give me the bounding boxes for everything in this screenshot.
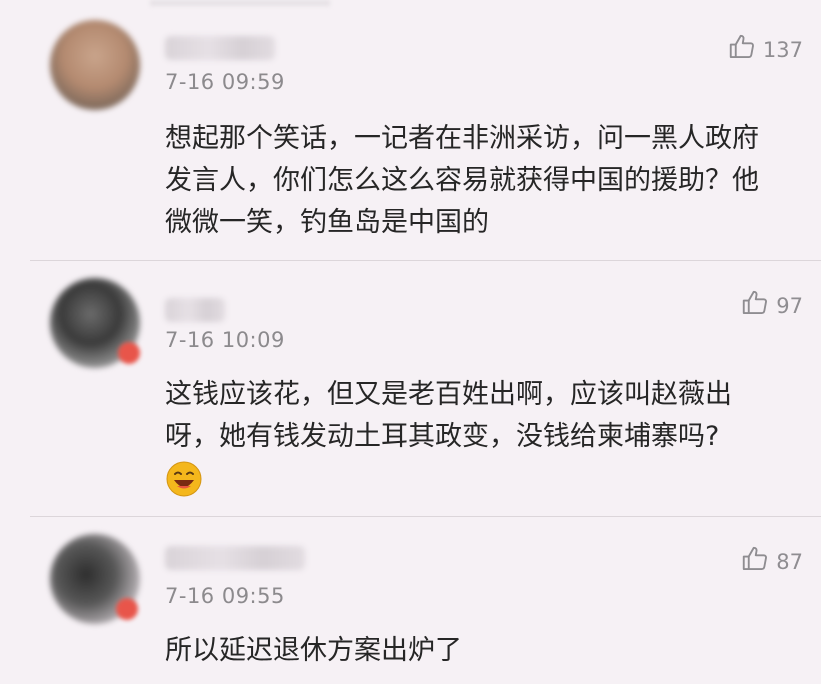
divider	[30, 260, 821, 261]
like-button[interactable]: 97	[740, 288, 803, 323]
verified-badge	[118, 342, 140, 364]
like-count: 97	[776, 293, 803, 318]
thumbs-up-icon	[740, 544, 770, 579]
username-blurred[interactable]	[165, 546, 305, 570]
like-count: 87	[776, 549, 803, 574]
like-button[interactable]: 137	[727, 32, 803, 67]
comment-text-line: 微微一笑，钓鱼岛是中国的	[165, 207, 489, 238]
comment-item: 7-16 09:59 137 想起那个笑话，一记者在非洲采访，问一黑人政府 发言…	[0, 0, 821, 260]
laughing-emoji	[166, 461, 202, 497]
verified-badge	[116, 598, 138, 620]
username-blurred[interactable]	[165, 36, 275, 60]
comment-text-line: 这钱应该花，但又是老百姓出啊，应该叫赵薇出	[165, 379, 732, 410]
comment-text-line: 想起那个笑话，一记者在非洲采访，问一黑人政府	[165, 123, 759, 154]
avatar[interactable]	[50, 20, 140, 110]
comment-timestamp: 7-16 09:55	[165, 584, 285, 608]
comment-item: 7-16 09:55 87 所以延迟退休方案出炉了	[0, 518, 821, 684]
comment-text-line: 呀，她有钱发动土耳其政变，没钱给柬埔寨吗?	[165, 421, 720, 452]
comment-text: 所以延迟退休方案出炉了	[165, 630, 805, 672]
thumbs-up-icon	[727, 32, 757, 67]
comment-text-line: 所以延迟退休方案出炉了	[165, 635, 462, 666]
comment-text: 这钱应该花，但又是老百姓出啊，应该叫赵薇出 呀，她有钱发动土耳其政变，没钱给柬埔…	[165, 374, 805, 458]
comment-item: 7-16 10:09 97 这钱应该花，但又是老百姓出啊，应该叫赵薇出 呀，她有…	[0, 262, 821, 516]
comment-feed: 7-16 09:59 137 想起那个笑话，一记者在非洲采访，问一黑人政府 发言…	[0, 0, 821, 684]
like-count: 137	[762, 37, 803, 62]
comment-timestamp: 7-16 09:59	[165, 70, 285, 94]
username-blurred[interactable]	[165, 298, 225, 322]
comment-text: 想起那个笑话，一记者在非洲采访，问一黑人政府 发言人，你们怎么这么容易就获得中国…	[165, 118, 805, 244]
comment-timestamp: 7-16 10:09	[165, 328, 285, 352]
divider	[30, 516, 821, 517]
like-button[interactable]: 87	[740, 544, 803, 579]
comment-text-line: 发言人，你们怎么这么容易就获得中国的援助？他	[165, 165, 759, 196]
thumbs-up-icon	[740, 288, 770, 323]
